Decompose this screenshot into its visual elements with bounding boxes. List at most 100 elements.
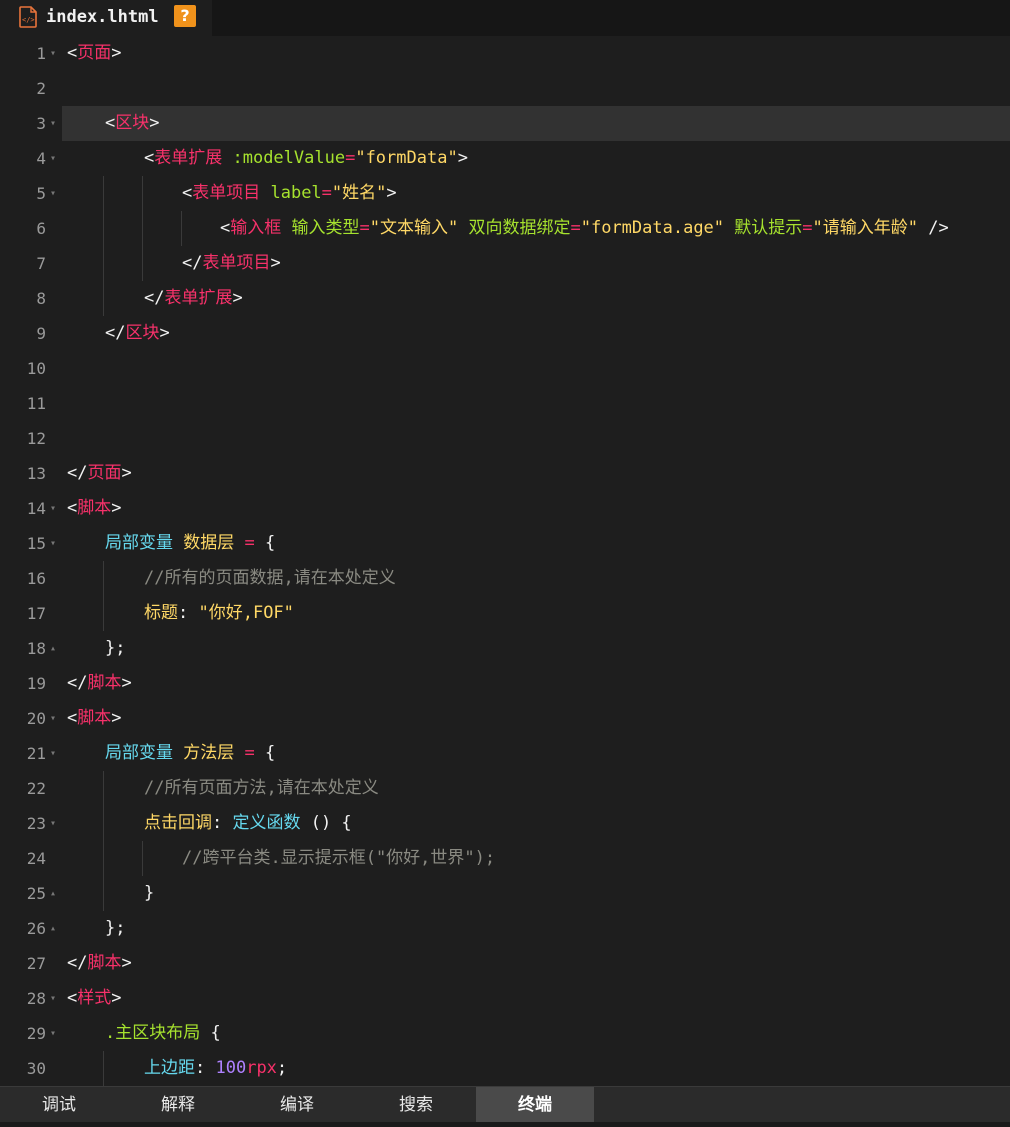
code-line[interactable]: 19 </脚本> [0,666,1010,701]
code-token: { [254,533,276,553]
line-number: 8 [0,281,56,316]
code-token: 脚本 [87,953,122,973]
line-number: 18 ▴ [0,631,56,666]
code-line[interactable]: 24 //跨平台类.显示提示框("你好,世界"); [0,841,1010,876]
code-line[interactable]: 12 [0,421,1010,456]
code-line[interactable]: 2 [0,71,1010,106]
fold-toggle-icon[interactable]: ▾ [50,491,56,526]
code-token: 输入类型 [281,218,360,238]
code-line[interactable]: 17 标题: "你好,FOF" [0,596,1010,631]
code-token: </ [182,253,203,273]
code-line[interactable]: 9 </区块> [0,316,1010,351]
code-token: </ [67,463,88,483]
code-line[interactable]: 10 [0,351,1010,386]
fold-toggle-icon[interactable]: ▾ [50,176,56,211]
fold-toggle-icon[interactable]: ▾ [50,526,56,561]
code-line[interactable]: 21 ▾ 局部变量 方法层 = { [0,736,1010,771]
code-token: : [212,813,233,833]
code-text: <表单扩展 :modelValue="formData"> [144,141,468,176]
code-line[interactable]: 13 </页面> [0,456,1010,491]
file-tab[interactable]: </> index.lhtml ? [0,0,212,36]
bottom-tab[interactable]: 编译 [238,1087,356,1123]
code-line[interactable]: 18 ▴}; [0,631,1010,666]
code-token: > [111,988,122,1008]
code-text: }; [105,911,125,946]
code-token: < [220,218,231,238]
code-token: () { [300,813,352,833]
code-line[interactable]: 7 </表单项目> [0,246,1010,281]
fold-toggle-icon[interactable]: ▾ [50,736,56,771]
line-number: 14 ▾ [0,491,56,526]
bottom-tab[interactable]: 搜索 [357,1087,475,1123]
fold-toggle-icon[interactable]: ▾ [50,36,56,71]
line-number: 20 ▾ [0,701,56,736]
code-line[interactable]: 29 ▾ .主区块布局 { [0,1016,1010,1051]
code-token: 定义函数 [232,813,301,833]
code-line[interactable]: 1 ▾ <页面> [0,36,1010,71]
fold-toggle-icon[interactable]: ▾ [50,981,56,1016]
code-token: 表单项目 [202,253,271,273]
code-line[interactable]: 26 ▴}; [0,911,1010,946]
fold-toggle-icon[interactable]: ▾ [50,1016,56,1051]
status-strip [0,1122,1010,1127]
code-line[interactable]: 8 </表单扩展> [0,281,1010,316]
svg-text:</>: </> [22,16,35,24]
line-number: 4 ▾ [0,141,56,176]
code-line[interactable]: 28 ▾ <样式> [0,981,1010,1016]
help-icon[interactable]: ? [174,5,196,27]
line-number: 26 ▴ [0,911,56,946]
bottom-tab[interactable]: 调试 [0,1087,118,1123]
code-token: = [359,218,370,238]
code-text: } [144,876,154,911]
code-line[interactable]: 22 //所有页面方法,请在本处定义 [0,771,1010,806]
code-text: </脚本> [67,946,132,981]
code-editor[interactable]: 1 ▾ <页面> 2 3 ▾ <区块> 4 ▾ <表单扩展 :modelValue="formDa… [0,36,1010,1086]
line-number: 30 [0,1051,56,1086]
code-line[interactable]: 23 ▾ 点击回调: 定义函数 () { [0,806,1010,841]
code-line[interactable]: 20 ▾ <脚本> [0,701,1010,736]
fold-toggle-icon[interactable]: ▾ [50,106,56,141]
line-number-text: 10 [26,359,46,378]
line-number-text: 28 [26,989,46,1008]
fold-toggle-icon[interactable]: ▾ [50,701,56,736]
fold-toggle-icon[interactable]: ▾ [50,141,56,176]
fold-toggle-icon[interactable]: ▾ [50,806,56,841]
code-token: "你好,FOF" [198,603,294,623]
code-token: > [149,113,160,133]
line-number-text: 27 [26,954,46,973]
code-token: }; [105,638,126,658]
line-number: 5 ▾ [0,176,56,211]
code-line[interactable]: 15 ▾ 局部变量 数据层 = { [0,526,1010,561]
line-number: 15 ▾ [0,526,56,561]
bottom-tab[interactable]: 终端 [476,1087,594,1123]
code-token: > [386,183,397,203]
code-line[interactable]: 27 </脚本> [0,946,1010,981]
code-token: </ [67,953,88,973]
code-line[interactable]: 4 ▾ <表单扩展 :modelValue="formData"> [0,141,1010,176]
code-line[interactable]: 30 上边距: 100rpx; [0,1051,1010,1086]
code-token: 表单扩展 [154,148,223,168]
code-line[interactable]: 16 //所有的页面数据,请在本处定义 [0,561,1010,596]
code-line[interactable]: 3 ▾ <区块> [36,106,1010,141]
code-line[interactable]: 14 ▾ <脚本> [0,491,1010,526]
code-text: 局部变量 方法层 = { [105,736,275,771]
code-token: 表单扩展 [164,288,233,308]
line-number: 16 [0,561,56,596]
code-line[interactable]: 5 ▾ <表单项目 label="姓名"> [0,176,1010,211]
line-number-text: 5 [36,184,46,203]
line-number-text: 6 [36,219,46,238]
code-token: 脚本 [87,673,122,693]
code-token: 样式 [77,988,112,1008]
code-token: 页面 [87,463,122,483]
code-token: "文本输入" [369,218,459,238]
code-line[interactable]: 11 [0,386,1010,421]
line-number-text: 15 [26,534,46,553]
code-line[interactable]: 25 ▴} [0,876,1010,911]
code-token: { [254,743,276,763]
code-token: .主区块布局 [105,1023,201,1043]
bottom-tab[interactable]: 解释 [119,1087,237,1123]
code-line[interactable]: 6 <输入框 输入类型="文本输入" 双向数据绑定="formData.age" … [0,211,1010,246]
code-token: //跨平台类.显示提示框("你好,世界"); [182,848,496,868]
code-token: ; [276,1058,288,1078]
